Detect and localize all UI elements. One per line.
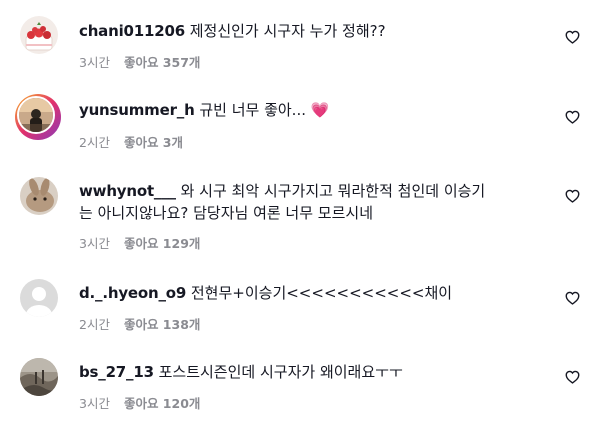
comment-line: wwhynot___ 와 시구 최악 시구가지고 뭐라한적 첨인데 이승기 bbox=[79, 179, 549, 203]
landscape-avatar-icon bbox=[20, 358, 58, 396]
comment-time: 3시간 bbox=[79, 55, 110, 70]
heart-icon bbox=[565, 30, 580, 44]
comment-username[interactable]: bs_27_13 bbox=[79, 363, 154, 381]
heart-icon bbox=[565, 291, 580, 305]
comment-text: 규빈 너무 좋아... bbox=[199, 101, 306, 119]
cake-avatar-icon bbox=[20, 16, 58, 54]
comment-text-continued: 는 아니지않나요? 담당자님 여론 너무 모르시네 bbox=[79, 204, 374, 222]
comment-time: 2시간 bbox=[79, 135, 110, 150]
comment-time: 3시간 bbox=[79, 396, 110, 411]
like-count[interactable]: 좋아요 120개 bbox=[124, 393, 200, 412]
comment-username[interactable]: wwhynot___ bbox=[79, 182, 176, 200]
avatar[interactable] bbox=[20, 177, 58, 215]
comment-text: 제정신인가 시구자 누가 정해?? bbox=[189, 22, 386, 40]
comment-line: d._.hyeon_o9 전현무+이승기<<<<<<<<<<<채이 bbox=[79, 281, 549, 305]
comment-line-continued: 는 아니지않나요? 담당자님 여론 너무 모르시네 bbox=[79, 201, 549, 225]
like-button[interactable] bbox=[565, 370, 580, 384]
comment-time: 2시간 bbox=[79, 317, 110, 332]
heart-icon bbox=[565, 189, 580, 203]
comment-meta: 2시간 좋아요 3개 bbox=[79, 132, 183, 151]
comment-text: 포스트시즌인데 시구자가 왜이래요ㅜㅜ bbox=[158, 363, 403, 381]
heart-icon bbox=[565, 370, 580, 384]
comment-text: 와 시구 최악 시구가지고 뭐라한적 첨인데 이승기 bbox=[180, 182, 486, 200]
like-count[interactable]: 좋아요 357개 bbox=[124, 52, 200, 71]
heart-icon bbox=[565, 110, 580, 124]
like-button[interactable] bbox=[565, 189, 580, 203]
like-button[interactable] bbox=[565, 110, 580, 124]
default-user-avatar-icon bbox=[20, 279, 58, 317]
comment-username[interactable]: d._.hyeon_o9 bbox=[79, 284, 186, 302]
comment-text: 전현무+이승기<<<<<<<<<<<채이 bbox=[190, 284, 453, 302]
avatar[interactable] bbox=[15, 94, 61, 140]
comment-meta: 2시간 좋아요 138개 bbox=[79, 314, 200, 333]
like-button[interactable] bbox=[565, 30, 580, 44]
comment-line: chani011206 제정신인가 시구자 누가 정해?? bbox=[79, 19, 549, 43]
like-button[interactable] bbox=[565, 291, 580, 305]
comment-username[interactable]: yunsummer_h bbox=[79, 101, 195, 119]
like-count[interactable]: 좋아요 138개 bbox=[124, 314, 200, 333]
comment-line: bs_27_13 포스트시즌인데 시구자가 왜이래요ㅜㅜ bbox=[79, 360, 549, 384]
rabbit-avatar-icon bbox=[20, 177, 58, 215]
comment-username[interactable]: chani011206 bbox=[79, 22, 185, 40]
story-ring-avatar-icon bbox=[19, 98, 53, 132]
comment-time: 3시간 bbox=[79, 236, 110, 251]
comment-meta: 3시간 좋아요 357개 bbox=[79, 52, 200, 71]
comment-meta: 3시간 좋아요 129개 bbox=[79, 233, 200, 252]
like-count[interactable]: 좋아요 129개 bbox=[124, 233, 200, 252]
avatar[interactable] bbox=[20, 358, 58, 396]
comment-meta: 3시간 좋아요 120개 bbox=[79, 393, 200, 412]
like-count[interactable]: 좋아요 3개 bbox=[124, 132, 183, 151]
heart-emoji-icon: 💗 bbox=[310, 101, 330, 119]
avatar[interactable] bbox=[20, 16, 58, 54]
avatar[interactable] bbox=[20, 279, 58, 317]
comment-line: yunsummer_h 규빈 너무 좋아... 💗 bbox=[79, 98, 549, 122]
